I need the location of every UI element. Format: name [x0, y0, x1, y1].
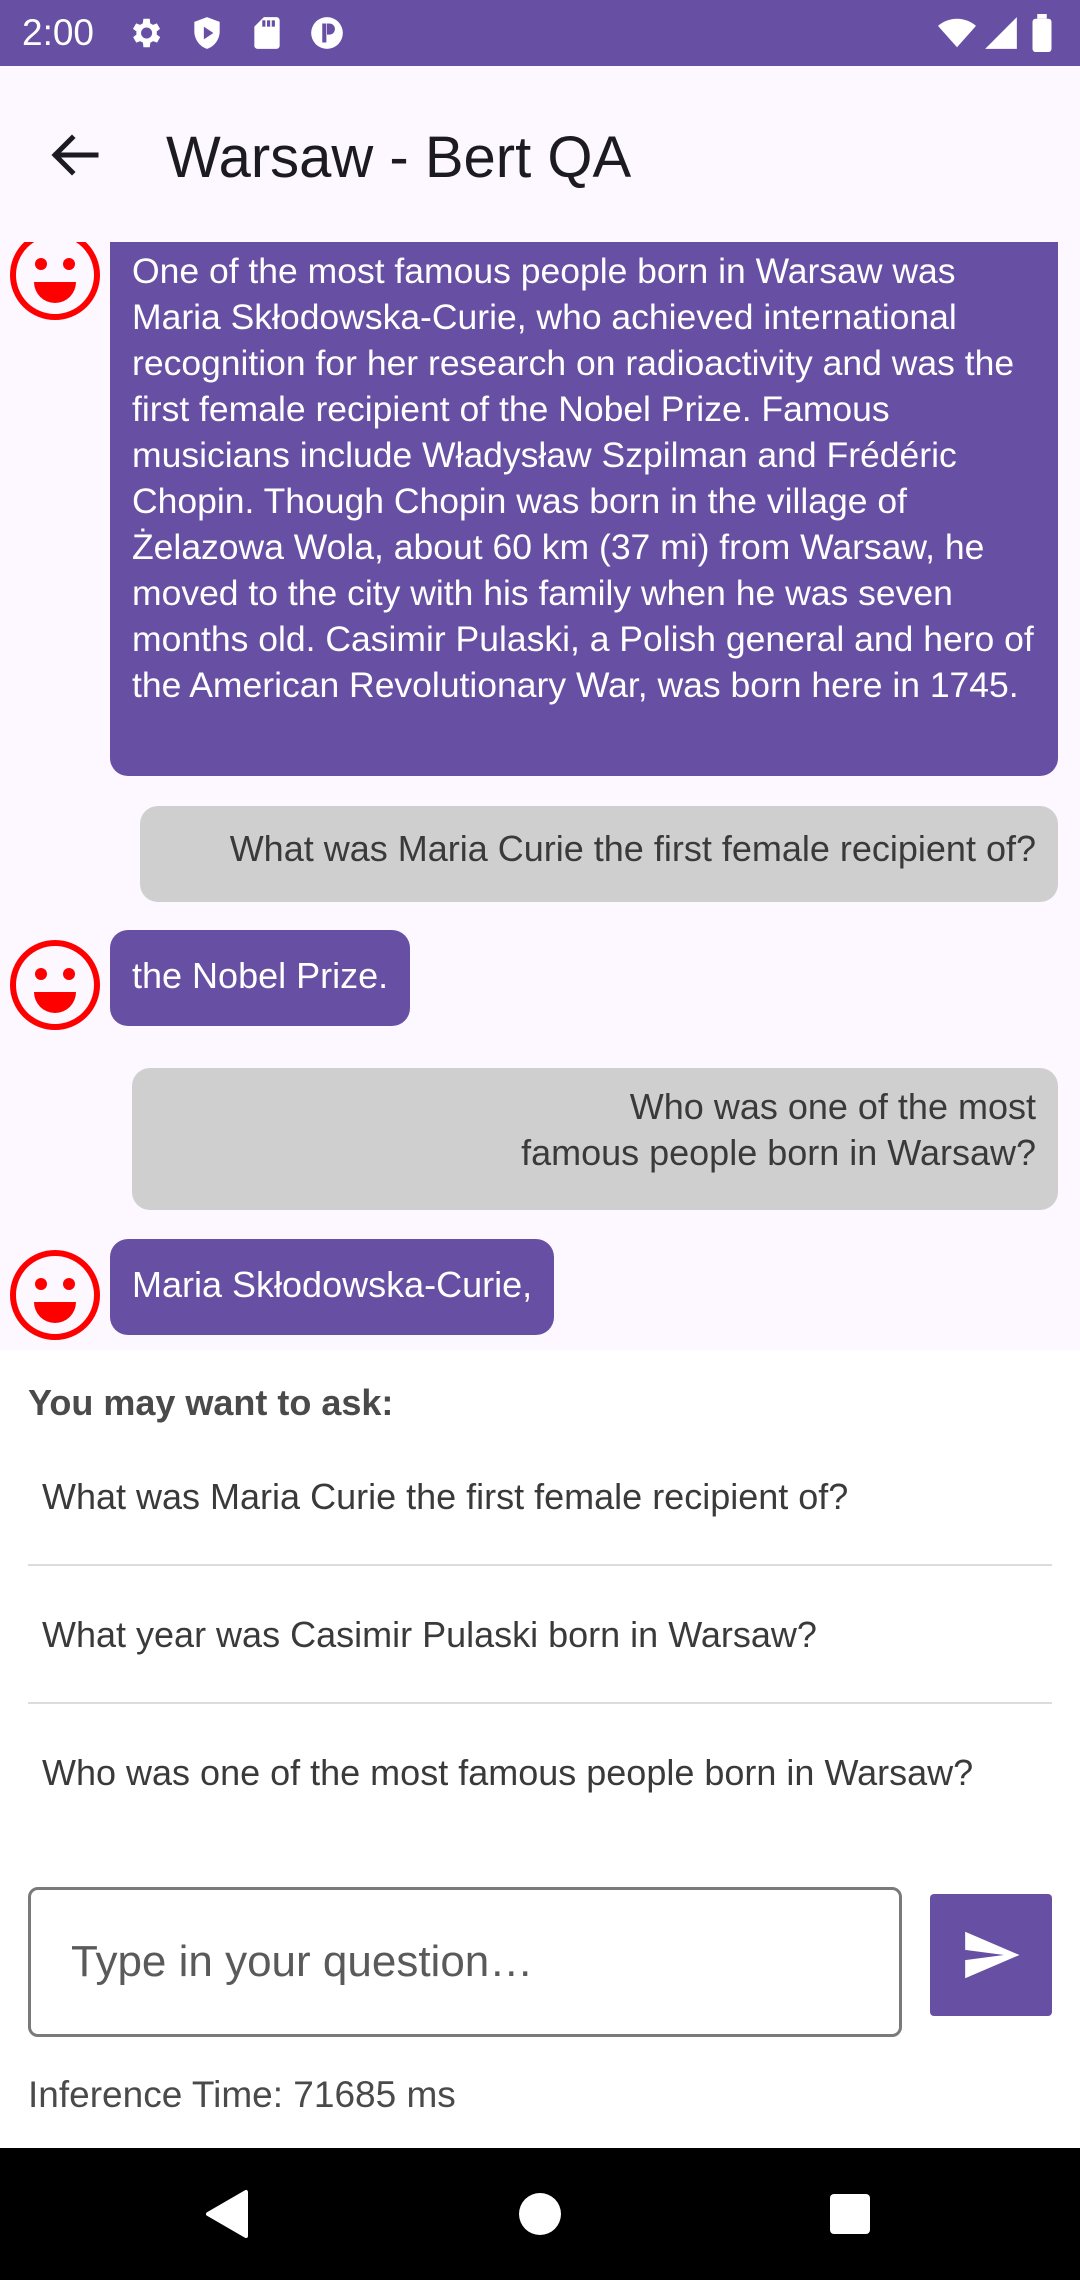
inference-time-label: Inference Time: 71685 ms	[28, 2074, 456, 2115]
suggestions-header: You may want to ask:	[28, 1382, 394, 1423]
bot-avatar-smiley-icon	[8, 938, 102, 1032]
arrow-back-icon	[51, 134, 99, 176]
status-bar: 2:00	[0, 0, 1080, 66]
suggestion-item[interactable]: Who was one of the most famous people bo…	[28, 1750, 1052, 1796]
back-button[interactable]	[30, 110, 120, 200]
bot-avatar-smiley-icon	[8, 1248, 102, 1342]
bot-message-bubble: One of the most famous people born in Wa…	[110, 242, 1058, 776]
chat-message-list[interactable]: One of the most famous people born in Wa…	[0, 242, 1080, 1350]
suggestion-item[interactable]: What was Maria Curie the first female re…	[28, 1474, 1052, 1520]
user-message-bubble: Who was one of the most famous people bo…	[132, 1068, 1058, 1210]
send-button[interactable]	[930, 1894, 1052, 2016]
nav-home-icon	[519, 2193, 561, 2235]
bot-message-bubble: Maria Skłodowska-Curie,	[110, 1239, 555, 1335]
battery-icon	[1030, 14, 1060, 52]
suggestion-item[interactable]: What year was Casimir Pulaski born in Wa…	[28, 1612, 1052, 1658]
divider	[28, 1564, 1052, 1566]
divider	[28, 1702, 1052, 1704]
bot-avatar-smiley-icon	[8, 242, 102, 322]
app-bar: Warsaw - Bert QA	[0, 66, 1080, 242]
signal-icon	[982, 14, 1020, 52]
wifi-icon	[938, 14, 976, 52]
system-navigation-bar	[0, 2148, 1080, 2280]
nav-back-icon	[206, 2190, 248, 2238]
page-title: Warsaw - Bert QA	[166, 125, 632, 190]
nav-home-button[interactable]	[500, 2174, 580, 2254]
sd-card-icon	[248, 14, 286, 52]
bot-message-bubble: the Nobel Prize.	[110, 930, 411, 1026]
question-input[interactable]	[28, 1887, 902, 2037]
nav-recents-button[interactable]	[810, 2174, 890, 2254]
shield-play-icon	[188, 14, 226, 52]
nav-recents-icon	[830, 2194, 870, 2234]
nav-back-button[interactable]	[186, 2174, 266, 2254]
user-message-bubble: What was Maria Curie the first female re…	[140, 806, 1058, 902]
gear-icon	[126, 14, 164, 52]
pocket-app-icon	[308, 14, 346, 52]
send-icon	[965, 1931, 1020, 1979]
status-time: 2:00	[22, 12, 95, 53]
